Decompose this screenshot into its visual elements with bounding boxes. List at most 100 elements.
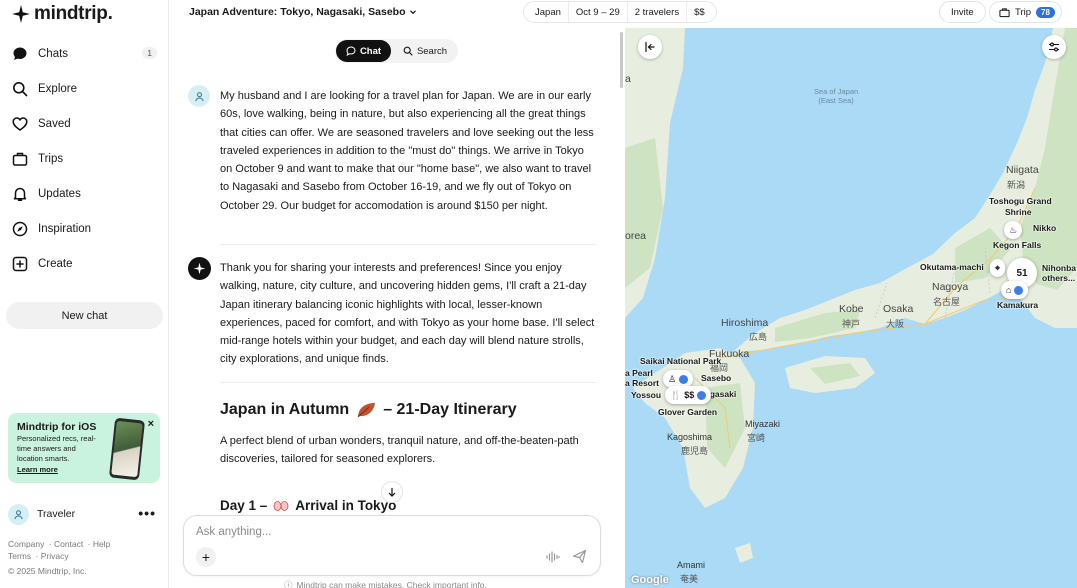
sidebar-item-label: Inspiration: [38, 222, 92, 235]
search-icon: [403, 46, 413, 56]
map-label-osaka-kanji: 大阪: [886, 319, 905, 329]
voice-waveform-icon[interactable]: [546, 550, 560, 564]
day-title: Day 1 – Arrival in Tokyo: [220, 498, 396, 513]
copyright: © 2025 Mindtrip, Inc.: [8, 566, 87, 576]
autumn-leaf-icon: [357, 403, 376, 418]
dates-pill[interactable]: Oct 9 – 29: [569, 2, 628, 22]
info-icon: ⓘ: [284, 580, 293, 588]
location-pin-icon: ⌖: [995, 262, 1001, 273]
sea-subname: (East Sea): [818, 96, 854, 105]
map-label-sea: Sea of Japan (East Sea): [814, 87, 858, 105]
sparkle-logo-icon: [12, 5, 30, 23]
sidebar-item-chats[interactable]: Chats 1: [0, 36, 169, 71]
collapse-left-icon: [645, 41, 655, 53]
collapse-map-button[interactable]: [638, 35, 662, 59]
scroll-down-button[interactable]: [381, 481, 403, 503]
search-mode-button[interactable]: Search: [395, 40, 455, 62]
sidebar-item-label: Updates: [38, 187, 81, 200]
map-label-kagoshima-kanji: 鹿児島: [681, 446, 709, 456]
search-icon: [13, 81, 28, 96]
chat-bubble-icon: [346, 46, 356, 56]
arrow-down-icon: [388, 488, 396, 497]
map-filter-button[interactable]: [1042, 35, 1066, 59]
chevron-down-icon: [409, 10, 416, 15]
sidebar-item-explore[interactable]: Explore: [0, 71, 169, 106]
destination-pill[interactable]: Japan: [528, 2, 569, 22]
learn-more-link[interactable]: Learn more: [17, 465, 58, 474]
mindtrip-logo[interactable]: mindtrip.: [12, 3, 113, 25]
map-label-yossou: Yossou: [631, 390, 662, 400]
map-label-pearl: a Pearl: [625, 368, 653, 378]
map-label-kobe: Kobe: [839, 303, 864, 315]
travelers-pill[interactable]: 2 travelers: [628, 2, 688, 22]
check-badge-icon: [1014, 285, 1024, 295]
sidebar-item-trips[interactable]: Trips: [0, 141, 169, 176]
map-label-shrine: Shrine: [1005, 207, 1032, 217]
assistant-avatar: [188, 257, 211, 280]
map-label-korea: orea: [625, 230, 647, 242]
sidebar-item-updates[interactable]: Updates: [0, 176, 169, 211]
google-logo: Google: [631, 574, 669, 586]
add-attachment-button[interactable]: +: [196, 547, 216, 567]
map-marker-restaurant[interactable]: 🍴 $$: [665, 386, 712, 404]
bell-icon: [13, 187, 27, 201]
sidebar-item-create[interactable]: Create: [0, 246, 169, 281]
map-label-miyazaki: Miyazaki: [745, 419, 781, 429]
user-profile[interactable]: Traveler •••: [8, 503, 160, 525]
map-panel[interactable]: Sea of Japan (East Sea) a orea Niigata 新潟…: [625, 28, 1077, 588]
promo-title: Mindtrip for iOS: [17, 421, 97, 433]
lantern-icon: [273, 500, 289, 511]
budget-pill[interactable]: $$: [687, 2, 712, 22]
app-name: mindtrip.: [34, 3, 113, 24]
map-marker-hotel[interactable]: ⌂: [1001, 281, 1029, 299]
fork-knife-icon: 🍴: [670, 389, 682, 400]
chat-panel: Chat Search My husband and I are looking…: [169, 28, 624, 588]
map-label-niigata-kanji: 新潟: [1007, 180, 1026, 190]
contact-link[interactable]: Contact: [54, 539, 83, 549]
trip-title-dropdown[interactable]: Japan Adventure: Tokyo, Nagasaki, Sasebo: [189, 6, 417, 18]
message-divider: [220, 382, 597, 383]
chat-mode-button[interactable]: Chat: [336, 40, 391, 62]
more-options-icon[interactable]: •••: [138, 505, 156, 521]
itinerary-title-part: – 21-Day Itinerary: [383, 401, 517, 418]
invite-button[interactable]: Invite: [939, 1, 986, 23]
chat-input[interactable]: [196, 526, 576, 538]
send-icon[interactable]: [572, 549, 587, 564]
chat-bubble-icon: [13, 47, 27, 60]
map-marker-waterfall[interactable]: ♨: [1004, 221, 1023, 239]
user-icon: [194, 91, 204, 101]
map-label-amami-kanji: 奄美: [680, 574, 699, 584]
disclaimer-text: Mindtrip can make mistakes. Check import…: [296, 580, 487, 588]
sidebar-item-inspiration[interactable]: Inspiration: [0, 211, 169, 246]
sidebar-nav: Chats 1 Explore Saved Trips Updates Insp…: [0, 36, 169, 281]
sidebar-item-label: Trips: [38, 152, 64, 165]
disclaimer: ⓘ Mindtrip can make mistakes. Check impo…: [284, 579, 487, 588]
terms-link[interactable]: Terms: [8, 551, 31, 561]
avatar: [8, 503, 29, 525]
hotel-icon: ⌂: [1006, 285, 1012, 295]
user-icon: [14, 509, 23, 519]
map-marker-location[interactable]: ⌖: [990, 259, 1006, 277]
help-link[interactable]: Help: [93, 539, 110, 549]
itinerary-description: A perfect blend of urban wonders, tranqu…: [220, 435, 579, 466]
check-badge-icon: [697, 390, 707, 400]
chat-scrollbar[interactable]: [620, 32, 623, 88]
trip-details-pills: Japan Oct 9 – 29 2 travelers $$: [523, 1, 717, 23]
footer-links: Company · Contact · Help Terms · Privacy: [8, 539, 111, 561]
chat-mode-label: Chat: [359, 45, 382, 57]
trip-button[interactable]: Trip 78: [989, 1, 1062, 23]
map-label-kamakura: Kamakura: [997, 300, 1039, 310]
map-label-amami: Amami: [677, 560, 706, 570]
sidebar-item-saved[interactable]: Saved: [0, 106, 169, 141]
ios-promo-card[interactable]: Mindtrip for iOS Personalized recs, real…: [8, 413, 160, 483]
sidebar-item-label: Saved: [38, 117, 71, 130]
company-link[interactable]: Company: [8, 539, 44, 549]
close-icon[interactable]: ×: [148, 418, 154, 430]
new-chat-button[interactable]: New chat: [6, 302, 163, 329]
map-label-hiroshima: Hiroshima: [721, 317, 769, 329]
filter-sliders-icon: [1049, 42, 1059, 52]
privacy-link[interactable]: Privacy: [41, 551, 69, 561]
search-mode-label: Search: [416, 45, 448, 57]
user-message: My husband and I are looking for a trave…: [220, 90, 594, 212]
suitcase-icon: [999, 7, 1010, 17]
